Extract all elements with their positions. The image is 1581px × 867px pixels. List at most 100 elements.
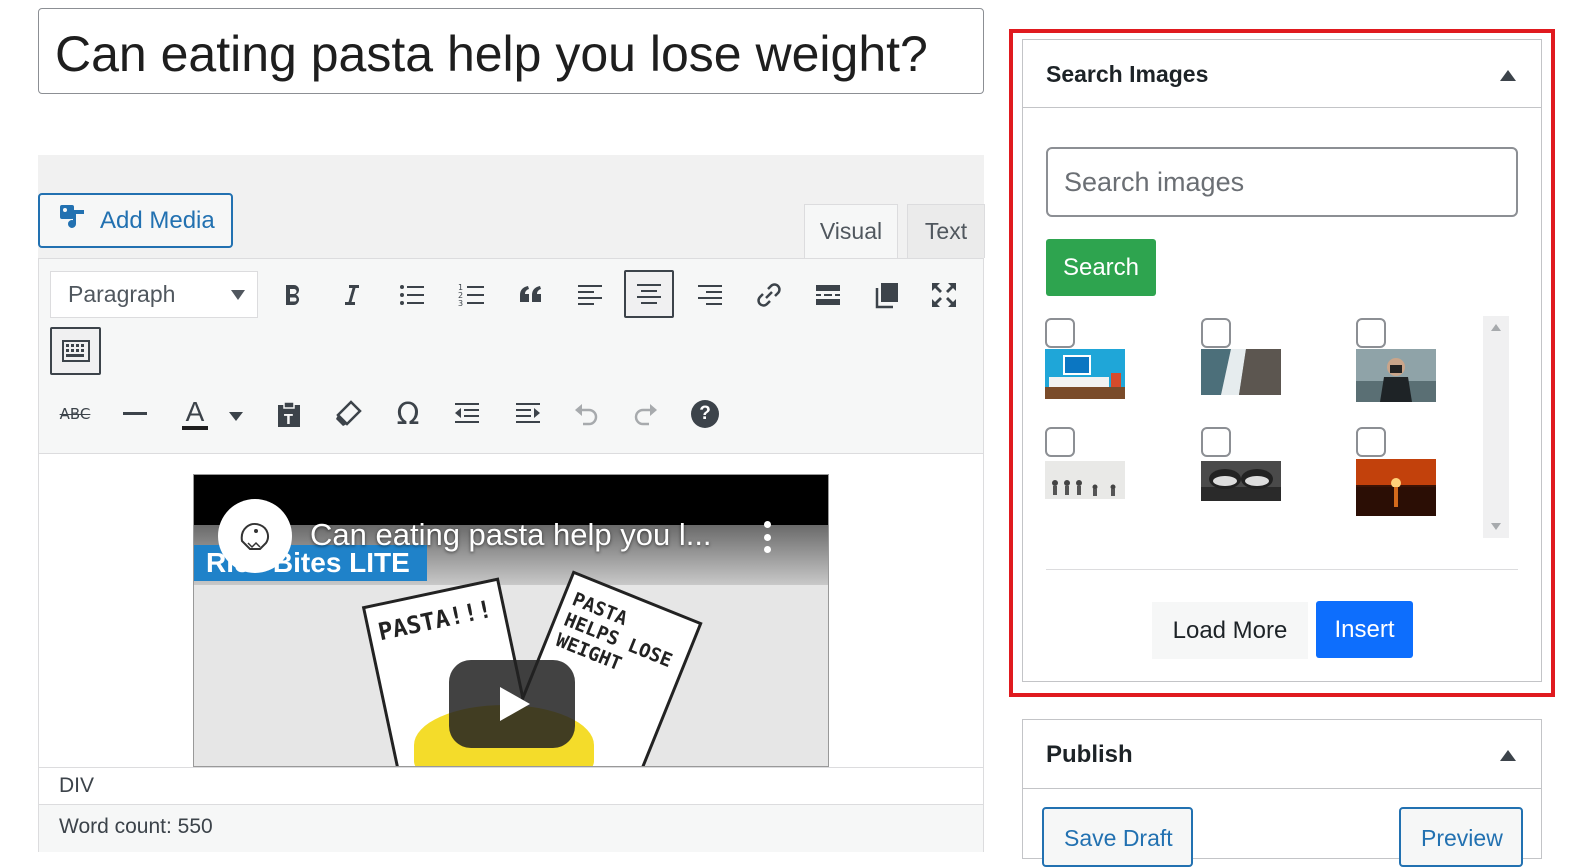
image-thumbnail — [1045, 461, 1125, 499]
numbered-list-button[interactable]: 123 — [449, 272, 495, 318]
collapse-arrow-icon[interactable] — [1500, 750, 1516, 761]
outdent-icon — [455, 403, 479, 423]
text-color-button[interactable]: A — [172, 391, 218, 437]
search-button[interactable]: Search — [1046, 239, 1156, 296]
preview-button[interactable]: Preview — [1399, 807, 1523, 867]
align-left-icon — [578, 285, 602, 305]
publish-header[interactable]: Publish — [1023, 720, 1541, 789]
copy-icon — [875, 283, 898, 309]
blockquote-icon — [520, 286, 541, 302]
text-color-icon: A — [181, 398, 209, 430]
horizontal-line-button[interactable] — [112, 391, 158, 437]
horizontal-line-icon — [123, 412, 147, 415]
scroll-down-arrow-icon[interactable] — [1491, 523, 1501, 530]
indent-button[interactable] — [505, 391, 551, 437]
copy-button[interactable] — [864, 272, 910, 318]
undo-button[interactable] — [563, 391, 609, 437]
more-options-icon[interactable] — [764, 521, 772, 553]
format-select-value: Paragraph — [68, 281, 176, 307]
play-button[interactable] — [449, 660, 575, 748]
special-character-button[interactable]: Ω — [385, 391, 431, 437]
tab-text[interactable]: Text — [907, 204, 985, 258]
image-thumbnail — [1201, 461, 1281, 501]
image-thumbnail — [1201, 349, 1281, 395]
undo-icon — [575, 404, 598, 426]
save-draft-button[interactable]: Save Draft — [1042, 807, 1193, 867]
blockquote-button[interactable] — [508, 272, 554, 318]
text-color-dropdown[interactable] — [222, 391, 250, 437]
result-thumbnail-sneakers-edge[interactable] — [1201, 461, 1281, 501]
load-more-button[interactable]: Load More — [1152, 602, 1308, 659]
result-checkbox[interactable] — [1045, 427, 1075, 457]
result-thumbnail-people-row[interactable] — [1045, 461, 1125, 499]
redo-icon — [634, 404, 657, 426]
bold-icon — [286, 284, 300, 305]
help-button[interactable]: ? — [682, 391, 728, 437]
results-scrollbar[interactable] — [1483, 316, 1509, 538]
result-checkbox[interactable] — [1201, 427, 1231, 457]
search-images-input[interactable] — [1046, 147, 1518, 217]
strikethrough-button[interactable]: ABC — [52, 391, 98, 437]
result-checkbox[interactable] — [1201, 318, 1231, 348]
read-more-button[interactable] — [805, 272, 851, 318]
result-checkbox[interactable] — [1045, 318, 1075, 348]
paste-text-icon: T — [278, 401, 300, 428]
add-media-button[interactable]: Add Media — [38, 193, 233, 248]
format-select[interactable]: Paragraph — [50, 271, 258, 318]
read-more-icon — [816, 285, 840, 305]
scroll-up-arrow-icon[interactable] — [1491, 324, 1501, 331]
post-title-input[interactable]: Can eating pasta help you lose weight? — [38, 8, 984, 94]
bulleted-list-button[interactable] — [389, 272, 435, 318]
channel-logo[interactable] — [218, 499, 292, 573]
help-icon: ? — [691, 400, 719, 428]
dinosaur-logo-icon — [240, 523, 269, 550]
toolbar-toggle-button[interactable] — [50, 327, 101, 375]
divider — [1046, 569, 1518, 570]
bold-button[interactable] — [270, 272, 316, 318]
align-right-button[interactable] — [687, 272, 733, 318]
result-checkbox[interactable] — [1356, 318, 1386, 348]
result-checkbox[interactable] — [1356, 427, 1386, 457]
fullscreen-icon — [932, 283, 956, 307]
link-button[interactable] — [746, 272, 792, 318]
chevron-down-icon — [229, 411, 243, 421]
image-thumbnail — [1356, 459, 1436, 516]
redo-button[interactable] — [623, 391, 669, 437]
search-images-panel: Search Images Search Load More Insert — [1022, 39, 1542, 682]
tab-visual[interactable]: Visual — [804, 204, 898, 258]
fullscreen-button[interactable] — [921, 272, 967, 318]
image-thumbnail — [1045, 349, 1125, 399]
element-path[interactable]: DIV — [38, 767, 984, 805]
align-center-button[interactable] — [624, 270, 674, 318]
clear-formatting-button[interactable] — [325, 391, 371, 437]
collapse-arrow-icon[interactable] — [1500, 70, 1516, 81]
publish-panel: Publish Save Draft Preview — [1022, 719, 1542, 867]
result-thumbnail-photographer-portrait[interactable] — [1356, 349, 1436, 402]
image-thumbnail — [1356, 349, 1436, 402]
align-center-icon — [637, 284, 661, 304]
bulleted-list-icon — [400, 285, 424, 305]
result-thumbnail-coast-cliff[interactable] — [1201, 349, 1281, 395]
strikethrough-icon: ABC — [59, 405, 91, 423]
align-right-icon — [698, 285, 722, 305]
align-left-button[interactable] — [567, 272, 613, 318]
panel-title: Search Images — [1046, 61, 1209, 87]
insert-button[interactable]: Insert — [1316, 601, 1413, 658]
indent-icon — [516, 403, 540, 423]
video-title[interactable]: Can eating pasta help you l... — [310, 517, 712, 553]
panel-header[interactable]: Search Images — [1023, 40, 1541, 108]
add-media-label: Add Media — [100, 206, 215, 234]
italic-button[interactable] — [329, 272, 375, 318]
svg-text:3: 3 — [458, 299, 463, 308]
result-thumbnail-monitor-scene[interactable] — [1045, 349, 1125, 399]
video-embed[interactable]: PASTA!!! PASTA HELPS LOSE WEIGHT Rice Bi… — [193, 474, 829, 767]
paste-text-button[interactable]: T — [266, 391, 312, 437]
chevron-down-icon — [231, 290, 245, 300]
keyboard-icon — [61, 340, 90, 362]
play-icon — [500, 687, 530, 721]
outdent-button[interactable] — [444, 391, 490, 437]
word-count: Word count: 550 — [38, 805, 984, 852]
post-title-text: Can eating pasta help you lose weight? — [55, 26, 928, 82]
publish-title: Publish — [1046, 741, 1133, 768]
result-thumbnail-sunset-sea[interactable] — [1356, 459, 1436, 516]
